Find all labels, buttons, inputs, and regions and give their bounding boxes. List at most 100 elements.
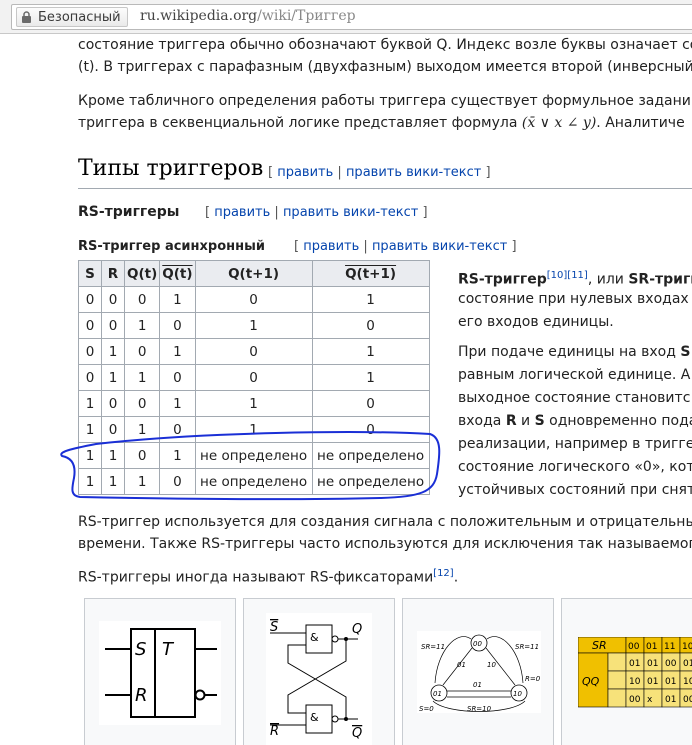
table-cell: 0 — [311, 416, 430, 443]
table-cell: 0 — [194, 364, 313, 391]
label-r: R — [270, 724, 279, 739]
label-q: Q — [352, 622, 362, 637]
table-cell: 1 — [311, 364, 430, 391]
table-row: 101010 — [78, 416, 430, 443]
security-indicator[interactable]: Безопасный — [16, 7, 128, 27]
edit-source-link[interactable]: править вики-текст — [372, 239, 507, 254]
article-content: состояние триггера обычно обозначают бук… — [0, 34, 692, 745]
column-header-text: Q(t) — [162, 265, 193, 282]
reference-link[interactable]: [12] — [433, 568, 454, 579]
text: и — [516, 413, 535, 429]
table-cell: 1 — [311, 286, 430, 313]
gate-label: & — [310, 711, 319, 724]
kmap-header-label: 11 — [664, 642, 675, 652]
table-cell: 0 — [78, 364, 102, 391]
table-cell: 1 — [159, 338, 196, 365]
browser-toolbar: Безопасный ru.wikipedia.org/wiki/Триггер — [0, 0, 692, 34]
column-header: Q(t+1) — [194, 260, 313, 287]
thumbnail-nand-circuit[interactable]: S R & & Q Q — [243, 598, 395, 745]
edit-source-link[interactable]: править вики-текст — [283, 205, 418, 220]
table-cell: 1 — [123, 468, 161, 495]
transition-label: R=0 — [525, 675, 541, 683]
label-s: S — [135, 639, 146, 660]
state-label: 01 — [433, 690, 442, 698]
table-cell: 1 — [194, 390, 313, 417]
column-header: Q(t) — [123, 260, 161, 287]
address-bar[interactable]: Безопасный ru.wikipedia.org/wiki/Триггер — [11, 4, 692, 30]
right-paragraph-line: равным логической единице. А — [458, 367, 691, 383]
table-cell: не определено — [311, 442, 430, 469]
table-cell: 1 — [194, 416, 313, 443]
lock-icon — [22, 10, 31, 23]
kmap-cell-value: 00 — [683, 695, 692, 705]
table-cell: 0 — [123, 390, 161, 417]
reference-link[interactable]: [10][11] — [547, 270, 588, 281]
column-header: S — [78, 260, 102, 287]
table-row: 1 1 0 1 не определено не определено — [78, 442, 430, 469]
formula: (x̄ ∨ x ∠ y) — [521, 115, 597, 131]
table-row: 011001 — [78, 364, 430, 391]
transition-label: SR=11 — [421, 643, 445, 651]
table-cell: 1 — [78, 390, 102, 417]
subsubsection-heading: RS-триггер асинхронный — [78, 239, 265, 254]
thumbnail-state-diagram[interactable]: 00 01 10 SR=11 SR=11 01 10 01 R=0 S=0 SR… — [402, 598, 554, 745]
table-cell: 0 — [159, 364, 196, 391]
column-header: Q(t+1) — [311, 260, 430, 287]
section-edit-links: [ править | править вики-текст ] — [268, 165, 491, 180]
table-cell: 1 — [101, 468, 125, 495]
table-cell: 1 — [101, 364, 125, 391]
table-cell: 1 — [123, 364, 161, 391]
paragraph-line: времени. Также RS-триггеры часто использ… — [78, 536, 692, 552]
table-cell: 0 — [101, 312, 125, 339]
right-paragraph-line: При подаче единицы на вход S — [458, 341, 690, 364]
table-row: 010101 — [78, 338, 430, 365]
gate-label: & — [310, 631, 319, 644]
security-label: Безопасный — [38, 9, 121, 25]
table-cell: 0 — [123, 286, 161, 313]
label-r: R — [135, 685, 148, 706]
rs-trigger-symbol-image: S T R — [99, 621, 221, 725]
term: S — [534, 413, 545, 429]
state-diagram-image: 00 01 10 SR=11 SR=11 01 10 01 R=0 S=0 SR… — [417, 631, 541, 713]
table-cell: 0 — [159, 468, 196, 495]
transition-label: SR=10 — [467, 705, 492, 713]
table-cell: 0 — [123, 338, 161, 365]
edit-link[interactable]: править — [303, 239, 359, 254]
table-cell: 0 — [194, 338, 313, 365]
term: RS-триггер — [458, 271, 547, 288]
table-cell: 0 — [101, 390, 125, 417]
table-row: 000101 — [78, 286, 430, 313]
table-cell: 1 — [123, 312, 161, 339]
karnaugh-map-image: 00 01 11 10 01 01 00 01 10 01 01 10 00 x 01 00 SR QQ — [578, 637, 692, 708]
intro-line: состояние триггера обычно обозначают бук… — [78, 37, 692, 53]
kmap-row-label-cell — [607, 688, 627, 708]
table-cell: 1 — [159, 286, 196, 313]
term: SR-тригг — [628, 271, 692, 288]
thumbnail-karnaugh-map[interactable]: 00 01 11 10 01 01 00 01 10 01 01 10 00 x 01 00 SR QQ — [561, 598, 692, 745]
kmap-header: SR — [592, 639, 607, 652]
truth-table: S R Q(t) Q(t) Q(t+1) Q(t+1) 000101001010… — [78, 260, 430, 495]
table-cell: 0 — [78, 312, 102, 339]
table-cell: 0 — [311, 390, 430, 417]
table-cell: 1 — [78, 468, 102, 495]
kmap-cell-value: 10 — [629, 677, 641, 687]
table-cell: не определено — [194, 468, 313, 495]
state-label: 10 — [513, 690, 522, 698]
state-label: 00 — [473, 640, 482, 648]
edit-link[interactable]: править — [277, 165, 333, 180]
table-cell: 1 — [194, 312, 313, 339]
right-paragraph-line: его входов единицы. — [458, 314, 614, 330]
column-header-text: Q(t+1) — [345, 265, 397, 282]
table-cell: 0 — [159, 312, 196, 339]
right-paragraph-line: состояние логического «0», кот — [458, 459, 692, 475]
edit-link[interactable]: править — [214, 205, 270, 220]
thumbnail-rs-symbol[interactable]: S T R — [84, 598, 236, 745]
url-text[interactable]: ru.wikipedia.org/wiki/Триггер — [140, 8, 356, 24]
table-cell: 1 — [101, 338, 125, 365]
kmap-cell-value: 01 — [665, 677, 676, 687]
section-heading: Типы триггеров — [78, 156, 264, 181]
table-cell: 0 — [78, 286, 102, 313]
kmap-cell-value: 01 — [647, 659, 658, 669]
edit-source-link[interactable]: править вики-текст — [346, 165, 481, 180]
transition-label: SR=11 — [515, 643, 539, 651]
